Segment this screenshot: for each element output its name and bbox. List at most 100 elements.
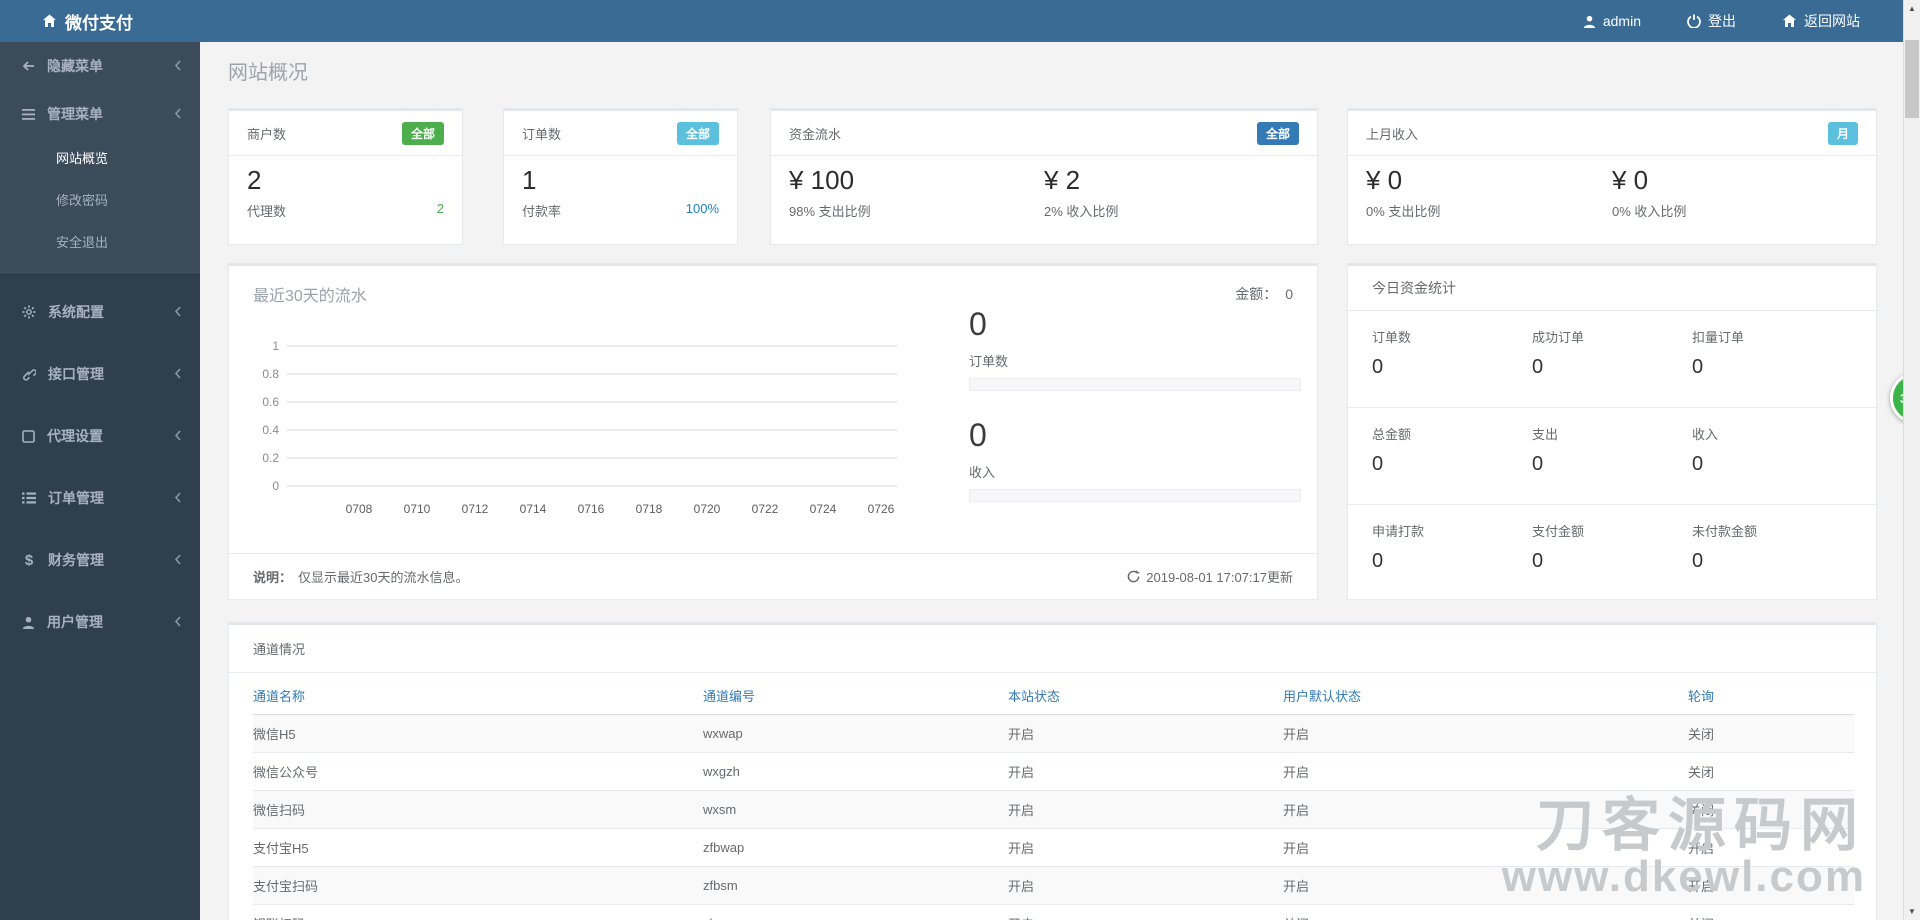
card-sub-value: 2 bbox=[436, 201, 444, 216]
column-header-user-default-status[interactable]: 用户默认状态 bbox=[1283, 675, 1688, 715]
cell-user-default-status: 开启 bbox=[1283, 752, 1688, 791]
cell-channel-name: 微信扫码 bbox=[253, 790, 703, 829]
sidebar-toggle-label: 隐藏菜单 bbox=[47, 58, 103, 74]
progress-bar bbox=[969, 489, 1301, 502]
sidebar-item-finance-manage[interactable]: $ 财务管理 bbox=[0, 535, 200, 585]
progress-bar bbox=[969, 378, 1301, 391]
sidebar-toggle-hide-menu[interactable]: 隐藏菜单 bbox=[0, 42, 200, 90]
user-menu[interactable]: admin bbox=[1583, 13, 1641, 29]
stat-label: 订单数 bbox=[1372, 330, 1412, 345]
top-navbar: 微付支付 admin 登出 返回网站 bbox=[0, 0, 1920, 42]
cell-channel-name: 支付宝H5 bbox=[253, 828, 703, 867]
stat-label: 成功订单 bbox=[1531, 330, 1584, 345]
card-title: 商户数 bbox=[247, 126, 287, 142]
svg-text:0712: 0712 bbox=[462, 502, 489, 516]
sidebar-subitem-safe-exit[interactable]: 安全退出 bbox=[0, 222, 200, 264]
amount-summary: 金额： 0 bbox=[1235, 284, 1293, 304]
cell-site-status: 开启 bbox=[1008, 828, 1283, 867]
sidebar-item-label: 管理菜单 bbox=[47, 106, 103, 122]
list-icon bbox=[22, 492, 36, 504]
card-value: 1 bbox=[522, 165, 537, 195]
sidebar-item-label: 系统配置 bbox=[48, 304, 104, 320]
home-icon bbox=[42, 14, 57, 28]
card-sub-label: 0% 支出比例 bbox=[1366, 204, 1441, 219]
brand[interactable]: 微付支付 bbox=[0, 9, 133, 34]
cell-site-status: 开启 bbox=[1008, 904, 1283, 920]
sidebar-item-api-manage[interactable]: 接口管理 bbox=[0, 349, 200, 399]
svg-text:0.2: 0.2 bbox=[262, 451, 279, 465]
stat-value: 0 bbox=[1531, 453, 1544, 475]
sidebar-menu: 系统配置 接口管理 代理设置 订单管理 $ 财务管理 用户管理 bbox=[0, 287, 200, 647]
today-panel-title: 今日资金统计 bbox=[1348, 266, 1876, 311]
sidebar-subitem-site-overview[interactable]: 网站概览 bbox=[0, 138, 200, 180]
amount-label: 金额： bbox=[1235, 286, 1278, 302]
sidebar-item-agent-settings[interactable]: 代理设置 bbox=[0, 411, 200, 461]
sidebar-item-user-manage[interactable]: 用户管理 bbox=[0, 597, 200, 647]
cell-polling: 开启 bbox=[1688, 828, 1854, 867]
today-row: 总金额 0 支出 0 收入 0 bbox=[1348, 408, 1876, 505]
column-header-channel-name[interactable]: 通道名称 bbox=[253, 675, 703, 715]
stat-label: 支付金额 bbox=[1531, 524, 1584, 539]
cell-channel-code: ylsm bbox=[703, 904, 1008, 920]
cell-user-default-status: 关闭 bbox=[1283, 904, 1688, 920]
sidebar-item-label: 接口管理 bbox=[48, 366, 104, 382]
svg-text:0.4: 0.4 bbox=[262, 423, 279, 437]
card-title: 上月收入 bbox=[1366, 126, 1419, 142]
card-value: ¥ 0 bbox=[1612, 165, 1649, 195]
chevron-left-icon bbox=[174, 304, 182, 320]
back-site-label: 返回网站 bbox=[1804, 13, 1860, 29]
scroll-up-arrow[interactable]: ▲ bbox=[1904, 0, 1920, 17]
sidebar-item-manage-menu[interactable]: 管理菜单 bbox=[0, 90, 200, 138]
stat-value: 0 bbox=[1691, 550, 1704, 572]
chevron-left-icon bbox=[174, 614, 182, 630]
column-header-site-status[interactable]: 本站状态 bbox=[1008, 675, 1283, 715]
flow-note: 说明： 仅显示最近30天的流水信息。 bbox=[253, 567, 468, 586]
channel-status-panel: 通道情况 通道名称 通道编号 本站状态 用户默认状态 轮询 微信H5 wxwap… bbox=[228, 622, 1877, 920]
cell-user-default-status: 开启 bbox=[1283, 727, 1310, 742]
scroll-down-arrow[interactable]: ▼ bbox=[1904, 903, 1920, 920]
stat-label: 收入 bbox=[1691, 427, 1718, 442]
card-sub-label: 2% 收入比例 bbox=[1044, 204, 1119, 219]
channel-table: 通道名称 通道编号 本站状态 用户默认状态 轮询 微信H5 wxwap 开启 开… bbox=[253, 675, 1854, 920]
link-icon bbox=[22, 367, 36, 381]
vertical-scrollbar[interactable]: ▲ ▼ bbox=[1903, 0, 1920, 920]
main-content: 网站概况 商户数 全部 2 代理数 2 订单数 全部 1 付款率 100% 资金… bbox=[200, 42, 1903, 920]
cell-channel-code: wxgzh bbox=[703, 752, 1008, 791]
sidebar-item-system-config[interactable]: 系统配置 bbox=[0, 287, 200, 337]
stat-card-orders: 订单数 全部 1 付款率 100% bbox=[503, 108, 738, 245]
sidebar-item-label: 订单管理 bbox=[48, 490, 104, 506]
home-icon bbox=[1782, 14, 1797, 28]
table-row: 微信扫码 wxsm 开启 开启 关闭 bbox=[253, 790, 1854, 829]
cell-channel-name: 微信H5 bbox=[253, 727, 296, 742]
svg-text:0714: 0714 bbox=[520, 502, 547, 516]
stat-label: 收入 bbox=[969, 465, 996, 480]
logout-button[interactable]: 登出 bbox=[1687, 11, 1736, 31]
svg-text:0716: 0716 bbox=[578, 502, 605, 516]
back-site-button[interactable]: 返回网站 bbox=[1782, 11, 1860, 31]
sidebar-subitem-change-password[interactable]: 修改密码 bbox=[0, 180, 200, 222]
user-icon bbox=[22, 616, 35, 629]
stat-value: 0 bbox=[1372, 356, 1384, 378]
stat-label: 支出 bbox=[1531, 427, 1558, 442]
stat-value: 0 bbox=[1372, 550, 1384, 572]
column-header-channel-code[interactable]: 通道编号 bbox=[703, 675, 1008, 715]
stat-card-merchants: 商户数 全部 2 代理数 2 bbox=[228, 108, 463, 245]
line-chart: 1 0.8 0.6 0.4 0.2 0 0708 0710 0712 0714 … bbox=[247, 338, 907, 538]
today-funds-panel: 今日资金统计 订单数 0 成功订单 0 扣量订单 0 总金额 0 支出 0 收入 0 申请打… bbox=[1347, 263, 1877, 600]
stat-label: 扣量订单 bbox=[1691, 330, 1744, 345]
sidebar-item-order-manage[interactable]: 订单管理 bbox=[0, 473, 200, 523]
today-row: 申请打款 0 支付金额 0 未付款金额 0 bbox=[1348, 505, 1876, 602]
svg-text:0: 0 bbox=[272, 479, 279, 493]
cell-site-status: 开启 bbox=[1008, 752, 1283, 791]
refresh-icon[interactable] bbox=[1127, 570, 1140, 583]
chevron-left-icon bbox=[174, 366, 182, 382]
cell-polling: 关闭 bbox=[1688, 904, 1854, 920]
cell-polling: 关闭 bbox=[1688, 752, 1854, 791]
cell-site-status: 开启 bbox=[1008, 727, 1035, 742]
scrollbar-thumb[interactable] bbox=[1905, 40, 1919, 118]
column-header-polling[interactable]: 轮询 bbox=[1688, 675, 1854, 715]
card-sub-label: 代理数 bbox=[247, 204, 287, 219]
card-title: 订单数 bbox=[522, 126, 562, 142]
card-sub-label: 98% 支出比例 bbox=[789, 204, 871, 219]
stat-income: 0 收入 bbox=[969, 417, 1301, 502]
